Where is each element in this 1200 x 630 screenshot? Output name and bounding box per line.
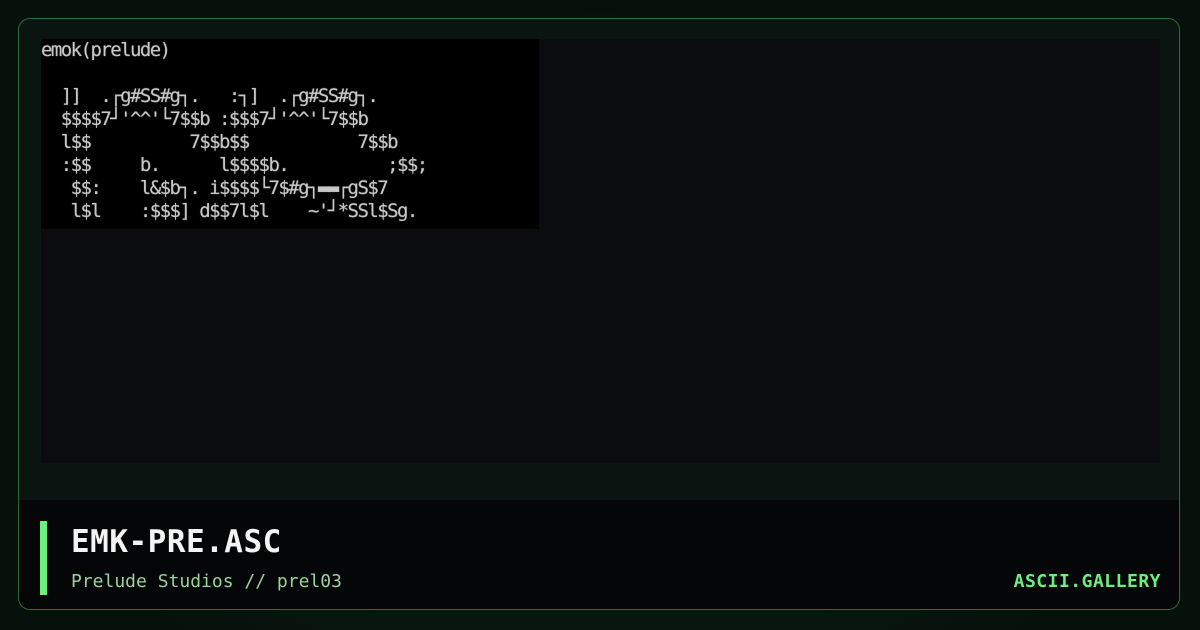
share-card: emok(prelude) ]] .┌g#SS#g┐. :┐] .┌g#SS#g… bbox=[18, 18, 1180, 610]
ascii-art-text: emok(prelude) ]] .┌g#SS#g┐. :┐] .┌g#SS#g… bbox=[41, 39, 539, 223]
art-line: l$l :$$$] d$$7l$l ~'┘*SSl$Sg. bbox=[41, 200, 419, 222]
ascii-art-image: emok(prelude) ]] .┌g#SS#g┐. :┐] .┌g#SS#g… bbox=[41, 39, 539, 229]
art-line: l$$ 7$$b$$ 7$$b bbox=[41, 131, 399, 153]
art-line: :$$ b. l$$$$b. ;$$; bbox=[41, 154, 428, 176]
art-viewer: emok(prelude) ]] .┌g#SS#g┐. :┐] .┌g#SS#g… bbox=[41, 39, 1160, 463]
art-line: ]] .┌g#SS#g┐. :┐] .┌g#SS#g┐. bbox=[41, 85, 379, 107]
accent-bar bbox=[40, 521, 47, 595]
art-line: $$$$7┘'^^'└7$$b :$$$7┘'^^'└7$$b bbox=[41, 108, 369, 130]
info-footer: EMK-PRE.ASC Prelude Studios // prel03 AS… bbox=[19, 500, 1179, 609]
file-title: EMK-PRE.ASC bbox=[71, 524, 282, 560]
site-brand-link[interactable]: ASCII.GALLERY bbox=[1014, 571, 1161, 592]
art-line: $$: l&$b┐. i$$$$└7$#g┐▬▬┌gS$7 bbox=[41, 177, 389, 199]
art-line bbox=[41, 62, 539, 85]
art-line: emok(prelude) bbox=[41, 39, 171, 61]
artist-credit: Prelude Studios // prel03 bbox=[71, 571, 342, 592]
